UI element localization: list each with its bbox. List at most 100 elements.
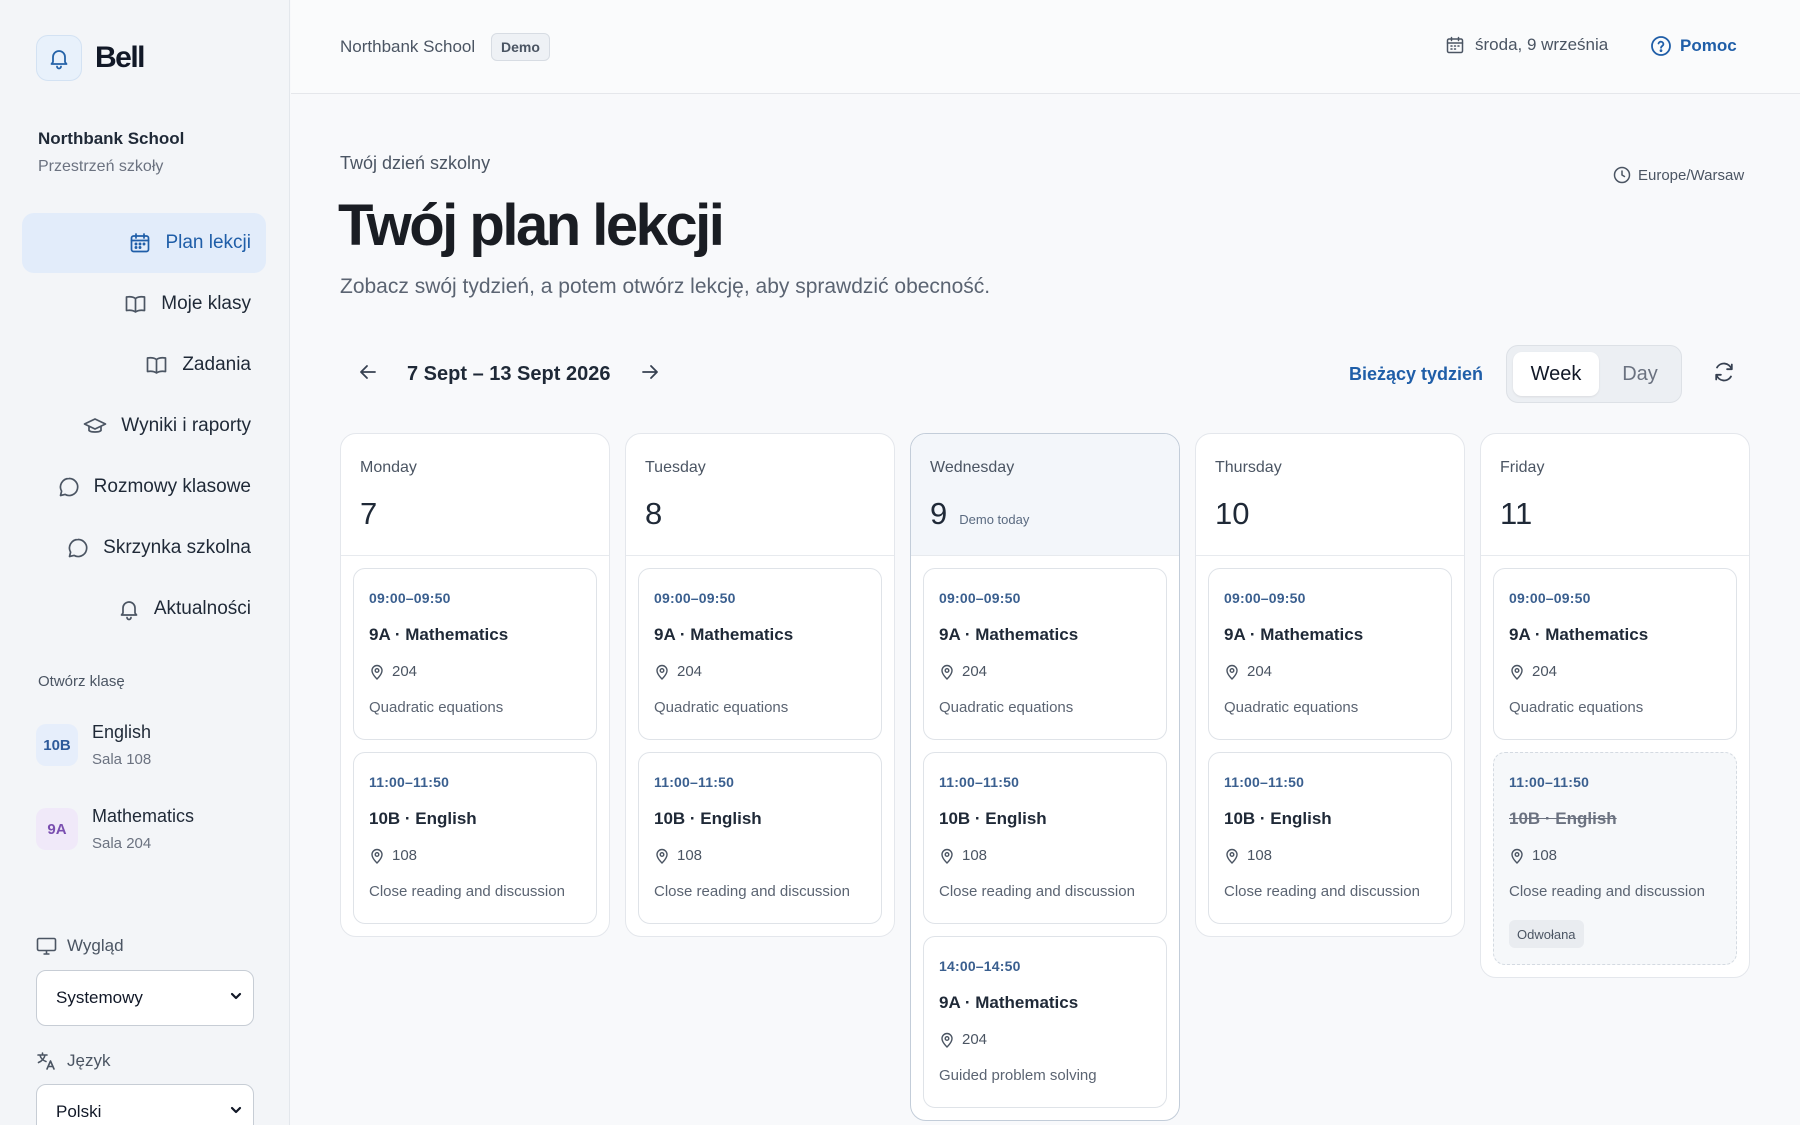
class-item-9a-mathematics[interactable]: 9A Mathematics Sala 204 [36,806,194,852]
language-select[interactable]: Polski [36,1084,254,1125]
help-label: Pomoc [1680,36,1737,55]
lesson-title: 9A · Mathematics [369,625,509,644]
lesson-card[interactable]: 11:00–11:50 10B · English 108 Close read… [1208,752,1452,924]
cancelled-badge: Odwołana [1509,920,1584,948]
lesson-title: 10B · English [654,809,762,828]
day-number: 11 [1500,496,1533,531]
app-name: Bell [95,41,146,74]
lesson-topic: Guided problem solving [939,1067,1097,1084]
lesson-time: 11:00–11:50 [1224,774,1305,790]
lesson-time: 14:00–14:50 [939,958,1021,974]
language-label: Język [36,1051,110,1071]
language-label-text: Język [67,1051,111,1070]
lesson-card[interactable]: 09:00–09:50 9A · Mathematics 204 Quadrat… [1493,568,1737,740]
day-header: Tuesday 8 [626,434,894,556]
lesson-card[interactable]: 11:00–11:50 10B · English 108 Close read… [638,752,882,924]
timezone-text: Europe/Warsaw [1638,166,1745,184]
current-week-button[interactable]: Bieżący tydzień [1349,364,1483,385]
lesson-time: 11:00–11:50 [654,774,735,790]
demo-badge: Demo [491,33,550,61]
map-pin-icon [369,664,385,680]
lesson-title: 10B · English [1224,809,1332,828]
lesson-room-number: 204 [392,663,418,680]
lesson-card[interactable]: 09:00–09:50 9A · Mathematics 204 Quadrat… [638,568,882,740]
sidebar-nav: Plan lekcji Moje klasy Zadania Wyniki i … [22,213,266,640]
view-day-option[interactable]: Day [1603,352,1677,396]
class-name: Mathematics [92,806,195,826]
week-range: 7 Sept – 13 Sept 2026 [407,363,611,385]
page-title: Twój plan lekcji [338,193,725,258]
topbar-school-name: Northbank School [340,37,476,56]
class-item-10b-english[interactable]: 10B English Sala 108 [36,722,151,768]
graduation-cap-icon [82,414,108,438]
lesson-card[interactable]: 09:00–09:50 9A · Mathematics 204 Quadrat… [353,568,597,740]
help-button[interactable]: Pomoc [1650,35,1737,57]
lesson-room: 204 [654,663,702,680]
lesson-time: 11:00–11:50 [939,774,1020,790]
map-pin-icon [939,848,955,864]
day-name: Monday [360,459,417,476]
previous-week-button[interactable] [352,358,384,390]
sidebar-item-schedule[interactable]: Plan lekcji [22,213,266,273]
sidebar-item-class-chats[interactable]: Rozmowy klasowe [22,457,266,517]
lesson-card[interactable]: 09:00–09:50 9A · Mathematics 204 Quadrat… [923,568,1167,740]
day-column-friday: Friday 11 09:00–09:50 9A · Mathematics 2… [1480,433,1750,978]
day-name: Friday [1500,459,1545,476]
lesson-room: 108 [654,847,702,864]
lesson-room: 108 [1224,847,1272,864]
sidebar-item-assignments[interactable]: Zadania [22,335,266,395]
sidebar-item-news[interactable]: Aktualności [22,579,266,639]
book-icon [123,292,148,316]
lesson-room-number: 108 [1532,847,1558,864]
lesson-topic: Close reading and discussion [1509,883,1705,900]
map-pin-icon [1224,848,1240,864]
lesson-topic: Close reading and discussion [654,883,850,900]
lesson-room: 204 [939,663,987,680]
class-badge: 10B [36,724,78,766]
next-week-button[interactable] [634,358,666,390]
app-logo[interactable]: Bell [36,35,146,81]
lesson-card[interactable]: 11:00–11:50 10B · English 108 Close read… [923,752,1167,924]
chat-bubble-icon [57,475,81,499]
appearance-label: Wygląd [36,936,124,956]
lesson-time: 11:00–11:50 [1509,774,1590,790]
page-eyebrow: Twój dzień szkolny [340,153,491,173]
day-number: 8 [645,496,663,531]
day-name: Tuesday [645,459,706,476]
sidebar-item-label: Aktualności [153,598,251,619]
sidebar-item-my-classes[interactable]: Moje klasy [22,274,266,334]
class-name: English [92,722,152,742]
map-pin-icon [1509,848,1525,864]
sidebar-item-label: Skrzynka szkolna [103,537,251,558]
lesson-card[interactable]: 11:00–11:50 10B · English 108 Close read… [353,752,597,924]
class-badge: 9A [36,808,78,850]
chat-bubble-icon [66,536,90,560]
current-date: środa, 9 września [1445,35,1608,55]
top-bar: Northbank School Demo środa, 9 września … [291,0,1800,94]
chevron-down-icon [229,1102,243,1122]
arrow-left-icon [357,361,379,388]
refresh-button[interactable] [1708,358,1740,390]
lesson-title: 10B · English [369,809,477,828]
sidebar-item-label: Wyniki i raporty [121,415,251,436]
day-column-monday: Monday 7 09:00–09:50 9A · Mathematics 20… [340,433,610,937]
open-class-heading: Otwórz klasę [38,673,125,690]
view-toggle: Week Day [1506,345,1682,403]
day-column-thursday: Thursday 10 09:00–09:50 9A · Mathematics… [1195,433,1465,937]
lesson-room-number: 204 [962,663,988,680]
lesson-title: 9A · Mathematics [939,625,1079,644]
lesson-room-number: 108 [962,847,988,864]
appearance-select[interactable]: Systemowy [36,970,254,1026]
view-week-option[interactable]: Week [1513,352,1599,396]
lesson-time: 09:00–09:50 [1224,590,1306,606]
lesson-topic: Quadratic equations [939,699,1074,716]
language-select-value: Polski [56,1102,102,1121]
class-room: Sala 108 [92,751,152,768]
sidebar-item-results-reports[interactable]: Wyniki i raporty [22,396,266,456]
day-name: Wednesday [930,459,1015,476]
book-icon [144,353,169,377]
lesson-card[interactable]: 14:00–14:50 9A · Mathematics 204 Guided … [923,936,1167,1108]
sidebar-item-school-inbox[interactable]: Skrzynka szkolna [22,518,266,578]
lesson-card[interactable]: 09:00–09:50 9A · Mathematics 204 Quadrat… [1208,568,1452,740]
lesson-card-cancelled[interactable]: 11:00–11:50 10B · English 108 Close read… [1493,752,1737,965]
